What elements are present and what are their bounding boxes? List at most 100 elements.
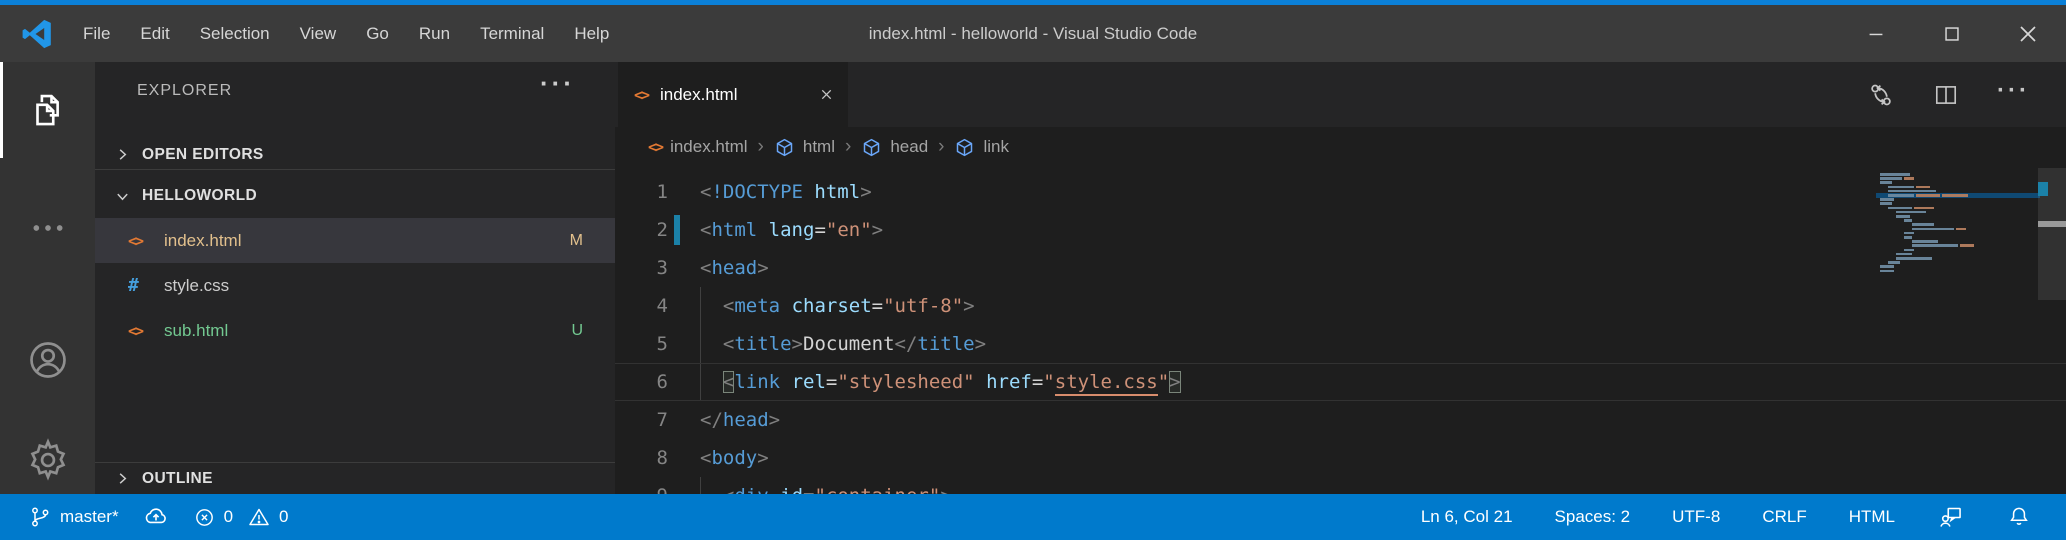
scrollbar[interactable] bbox=[2038, 62, 2066, 494]
symbol-cube-icon bbox=[861, 137, 882, 158]
tab-close-icon[interactable] bbox=[819, 87, 834, 102]
code-line-7[interactable]: 7 </head> bbox=[615, 401, 2066, 439]
file-label: sub.html bbox=[164, 321, 228, 341]
code-line-9[interactable]: 9 <div id="container"> bbox=[615, 477, 2066, 494]
warning-count: 0 bbox=[279, 507, 288, 527]
maximize-button[interactable] bbox=[1914, 5, 1990, 62]
explorer-sidebar: EXPLORER ··· OPEN EDITORS HELLOWORLD <> i… bbox=[95, 62, 615, 494]
git-branch-item[interactable]: master* bbox=[28, 505, 119, 529]
outline-section[interactable]: OUTLINE bbox=[95, 462, 615, 494]
git-status-badge: U bbox=[571, 322, 583, 340]
menu-selection[interactable]: Selection bbox=[185, 17, 285, 51]
status-right: Ln 6, Col 21 Spaces: 2 UTF-8 CRLF HTML bbox=[1421, 504, 2032, 531]
more-icon[interactable] bbox=[0, 180, 95, 276]
code-line-6[interactable]: 6 <link rel="stylesheed" href="style.css… bbox=[615, 363, 2066, 401]
eol-sequence[interactable]: CRLF bbox=[1762, 507, 1806, 527]
file-label: index.html bbox=[164, 231, 241, 251]
explorer-more-icon[interactable]: ··· bbox=[540, 68, 575, 99]
code-text: <!DOCTYPE html> bbox=[700, 181, 872, 203]
line-number: 5 bbox=[615, 333, 668, 355]
close-button[interactable] bbox=[1990, 5, 2066, 62]
tab-index-html[interactable]: <> index.html bbox=[618, 62, 848, 127]
symbol-cube-icon bbox=[954, 137, 975, 158]
code-area[interactable]: 1<!DOCTYPE html>2<html lang="en">3<head>… bbox=[615, 167, 2066, 494]
code-text: <body> bbox=[700, 447, 769, 469]
cursor-position[interactable]: Ln 6, Col 21 bbox=[1421, 507, 1513, 527]
html-code-icon: <> bbox=[648, 138, 662, 156]
menu-view[interactable]: View bbox=[285, 17, 352, 51]
open-changes-icon[interactable] bbox=[1867, 81, 1895, 109]
git-status-badge: M bbox=[570, 232, 583, 250]
menu-terminal[interactable]: Terminal bbox=[465, 17, 559, 51]
breadcrumb-index-html[interactable]: <> index.html bbox=[648, 137, 748, 157]
breadcrumb-label: link bbox=[983, 137, 1009, 157]
code-line-8[interactable]: 8<body> bbox=[615, 439, 2066, 477]
file-style.css[interactable]: # style.css bbox=[95, 263, 615, 308]
breadcrumb-link[interactable]: link bbox=[954, 137, 1009, 158]
code-line-1[interactable]: 1<!DOCTYPE html> bbox=[615, 173, 2066, 211]
menu-edit[interactable]: Edit bbox=[125, 17, 184, 51]
vscode-window: FileEditSelectionViewGoRunTerminalHelp i… bbox=[0, 0, 2066, 540]
menu-help[interactable]: Help bbox=[559, 17, 624, 51]
code-line-3[interactable]: 3<head> bbox=[615, 249, 2066, 287]
modified-line-indicator bbox=[674, 215, 680, 245]
account-icon[interactable] bbox=[0, 312, 95, 408]
encoding[interactable]: UTF-8 bbox=[1672, 507, 1720, 527]
sync-item[interactable] bbox=[143, 504, 169, 530]
minimap[interactable] bbox=[1880, 173, 2030, 293]
code-text: <title>Document</title> bbox=[700, 333, 986, 355]
notifications-bell-icon[interactable] bbox=[2006, 504, 2032, 530]
menu-file[interactable]: File bbox=[68, 17, 125, 51]
open-editors-label: OPEN EDITORS bbox=[142, 146, 264, 164]
folder-section[interactable]: HELLOWORLD bbox=[95, 174, 615, 218]
breadcrumbs: <>index.html›html›head›link bbox=[615, 127, 2066, 167]
explorer-title: EXPLORER bbox=[137, 82, 232, 100]
breadcrumb-label: index.html bbox=[670, 137, 747, 157]
file-index.html[interactable]: <> index.html M bbox=[95, 218, 615, 263]
editor-group: <> index.html bbox=[615, 62, 2066, 494]
code-line-2[interactable]: 2<html lang="en"> bbox=[615, 211, 2066, 249]
folder-label: HELLOWORLD bbox=[142, 187, 257, 205]
code-text: <link rel="stylesheed" href="style.css"> bbox=[700, 371, 1181, 393]
breadcrumb-html[interactable]: html bbox=[774, 137, 835, 158]
explorer-files-icon[interactable] bbox=[0, 62, 95, 158]
status-bar: master* 0 0 Ln 6, Col 21 Spac bbox=[0, 494, 2066, 540]
html-code-icon: <> bbox=[634, 86, 660, 104]
window-controls bbox=[1838, 5, 2066, 62]
language-mode[interactable]: HTML bbox=[1849, 507, 1895, 527]
breadcrumb-label: head bbox=[890, 137, 928, 157]
menu-bar: FileEditSelectionViewGoRunTerminalHelp bbox=[68, 17, 624, 51]
line-number: 9 bbox=[615, 485, 668, 494]
menu-run[interactable]: Run bbox=[404, 17, 465, 51]
code-text: <meta charset="utf-8"> bbox=[700, 295, 975, 317]
code-text: <div id="container"> bbox=[700, 485, 952, 494]
code-line-4[interactable]: 4 <meta charset="utf-8"> bbox=[615, 287, 2066, 325]
line-number: 2 bbox=[615, 219, 668, 241]
vscode-logo-icon bbox=[22, 19, 52, 49]
split-editor-icon[interactable] bbox=[1933, 82, 1959, 108]
file-sub.html[interactable]: <>sub.htmlU bbox=[95, 308, 615, 353]
problems-item[interactable]: 0 0 bbox=[193, 505, 289, 529]
css-file-icon: # bbox=[128, 275, 158, 296]
indentation[interactable]: Spaces: 2 bbox=[1555, 507, 1631, 527]
minimize-button[interactable] bbox=[1838, 5, 1914, 62]
breadcrumb-head[interactable]: head bbox=[861, 137, 928, 158]
line-number: 7 bbox=[615, 409, 668, 431]
tab-label: index.html bbox=[660, 85, 737, 105]
title-bar: FileEditSelectionViewGoRunTerminalHelp i… bbox=[0, 5, 2066, 62]
html-file-icon: <> bbox=[128, 232, 158, 250]
editor-more-icon[interactable]: ··· bbox=[1997, 77, 2030, 105]
code-line-5[interactable]: 5 <title>Document</title> bbox=[615, 325, 2066, 363]
chevron-right-icon bbox=[115, 147, 130, 162]
branch-name: master* bbox=[60, 507, 119, 527]
feedback-icon[interactable] bbox=[1937, 504, 1964, 531]
file-label: style.css bbox=[164, 276, 229, 296]
tab-bar: <> index.html bbox=[615, 62, 2066, 127]
code-text: </head> bbox=[700, 409, 780, 431]
line-number: 4 bbox=[615, 295, 668, 317]
editor-actions: ··· bbox=[1867, 62, 2030, 127]
breadcrumb-separator-icon: › bbox=[845, 136, 851, 158]
open-editors-section[interactable]: OPEN EDITORS bbox=[95, 140, 615, 170]
menu-go[interactable]: Go bbox=[351, 17, 404, 51]
explorer-header: EXPLORER ··· bbox=[95, 72, 615, 110]
